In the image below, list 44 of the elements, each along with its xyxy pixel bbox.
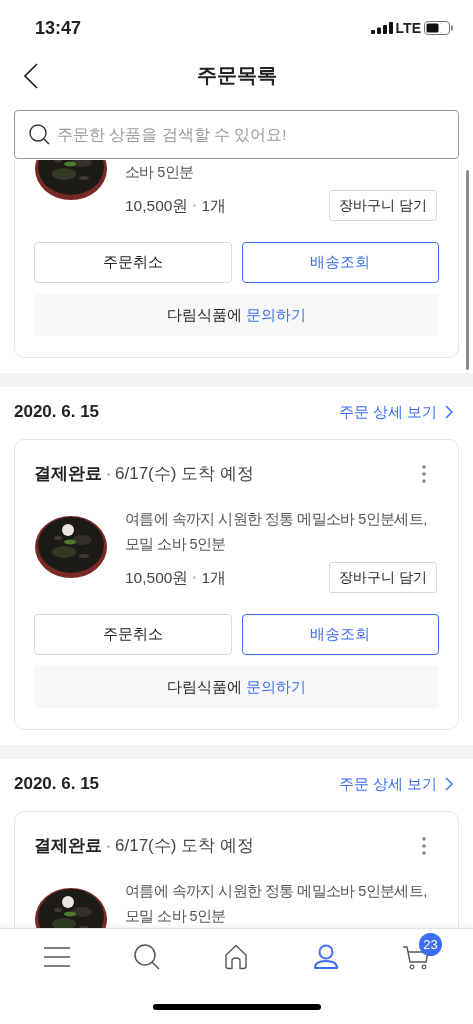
product-name: 소바 5인분: [125, 163, 195, 182]
order-detail-link[interactable]: 주문 상세 보기: [338, 772, 453, 796]
product-price: 10,500원: [125, 195, 189, 216]
order-detail-link[interactable]: 주문 상세 보기: [338, 400, 453, 424]
back-icon: [24, 62, 38, 89]
product-name: 여름에 속까지 시원한 정통 메밀소바 5인분세트, 모밀 소바 5인분: [125, 510, 428, 554]
order-status: 결제완료: [34, 835, 102, 858]
track-delivery-button[interactable]: 배송조회: [241, 242, 439, 283]
order-date: 2020. 6. 15: [14, 773, 100, 796]
more-options-icon[interactable]: [422, 837, 426, 855]
tab-button[interactable]: 23: [392, 933, 441, 981]
cancel-order-button[interactable]: 주문취소: [34, 614, 232, 655]
home-icon: [224, 944, 249, 970]
cart-count-badge: 23: [419, 933, 443, 956]
inquiry-link[interactable]: 문의하기: [246, 677, 307, 695]
order-status: 결제완료: [34, 463, 102, 486]
inquiry-link[interactable]: 문의하기: [246, 305, 307, 323]
more-options-icon[interactable]: [422, 465, 426, 483]
back-button[interactable]: [22, 62, 40, 89]
cancel-order-button[interactable]: 주문취소: [34, 242, 232, 283]
delivery-eta: 6/17(수) 도착 예정: [115, 835, 255, 858]
chevron-right-icon: [445, 777, 453, 791]
product-name: 여름에 속까지 시원한 정통 메밀소바 5인분세트, 모밀 소바 5인분: [125, 882, 428, 926]
search-icon: [29, 124, 50, 145]
chevron-right-icon: [445, 405, 453, 419]
page-title: 주문목록: [196, 63, 277, 88]
delivery-eta: 6/17(수) 도착 예정: [115, 463, 255, 486]
network-label: LTE: [395, 18, 421, 38]
product-quantity: 1개: [201, 567, 227, 588]
inquiry-text: 다림식품에 문의하기: [166, 304, 307, 325]
product-quantity: 1개: [201, 195, 227, 216]
track-delivery-button[interactable]: 배송조회: [241, 614, 439, 655]
inquiry-text: 다림식품에 문의하기: [166, 676, 307, 697]
product-price: 10,500원: [125, 567, 189, 588]
signal-icon: [370, 22, 393, 34]
search-icon: [133, 944, 160, 970]
search-field[interactable]: 주문한 상품을 검색할 수 있어요!: [14, 110, 459, 159]
order-date: 2020. 6. 15: [14, 401, 100, 424]
battery-icon: [424, 21, 453, 35]
add-to-cart-button[interactable]: 장바구니 담기: [329, 562, 437, 593]
menu-icon: [43, 947, 70, 967]
person-icon: [313, 944, 340, 970]
status-time: 13:47: [35, 16, 82, 40]
add-to-cart-button[interactable]: 장바구니 담기: [329, 190, 437, 221]
